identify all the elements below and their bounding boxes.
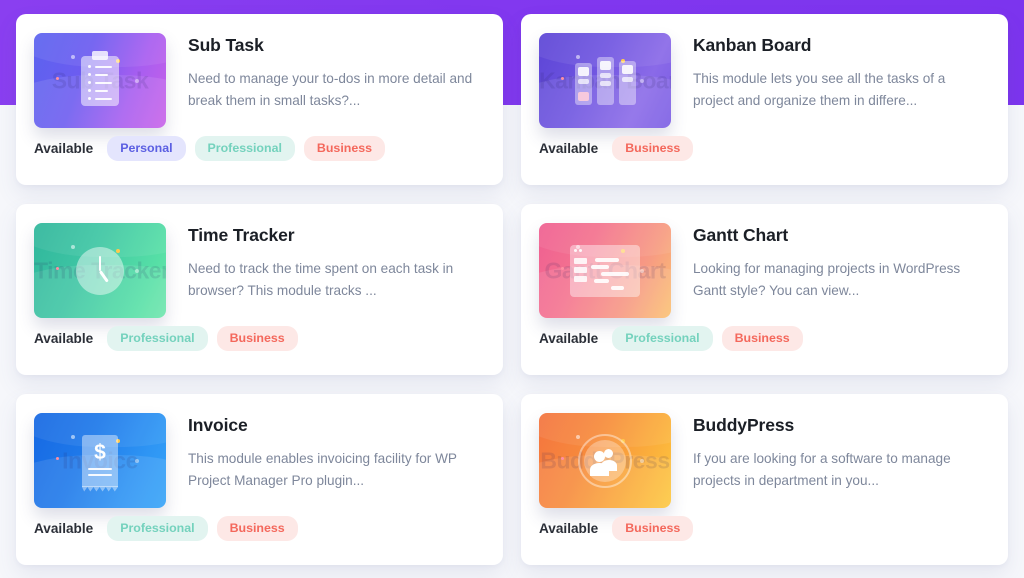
module-thumbnail[interactable]: Gantt Chart: [539, 223, 671, 318]
module-thumbnail-wrapper[interactable]: Kanban Board: [539, 33, 671, 128]
module-thumbnail-wrapper[interactable]: Sub Task: [34, 33, 166, 128]
module-card[interactable]: Time Tracker Time Tracker Need to track th…: [16, 204, 503, 375]
module-card[interactable]: Gantt Chart Gantt Chart Looking for managi…: [521, 204, 1008, 375]
card-text: Time Tracker Need to track the time spent…: [166, 223, 485, 302]
card-top: Time Tracker Time Tracker Need to track th…: [34, 223, 485, 318]
plan-badge: Business: [303, 136, 385, 161]
module-title: Invoice: [188, 415, 248, 435]
plan-badge: Professional: [612, 326, 713, 351]
plan-badge: Business: [721, 326, 803, 351]
clock-icon: [76, 246, 124, 295]
module-thumbnail-wrapper[interactable]: Time Tracker: [34, 223, 166, 318]
plan-badge: Business: [216, 516, 298, 541]
module-thumbnail-wrapper[interactable]: BuddyPress: [539, 413, 671, 508]
card-text: BuddyPress If you are looking for a softw…: [671, 413, 990, 492]
module-description: Need to track the time spent on each tas…: [188, 261, 454, 299]
plan-badge: Personal: [107, 136, 186, 161]
module-title: Sub Task: [188, 35, 264, 55]
availability-label: Available: [539, 331, 599, 346]
plan-badge: Business: [216, 326, 298, 351]
module-card[interactable]: BuddyPress BuddyPress If you are looking f…: [521, 394, 1008, 565]
card-top: Gantt Chart Gantt Chart Looking for managi…: [539, 223, 990, 318]
module-title: Gantt Chart: [693, 225, 789, 245]
users-group-icon: [578, 433, 632, 488]
module-card[interactable]: Sub Task Sub Task Need to manage your to-d…: [16, 14, 503, 185]
module-thumbnail[interactable]: Sub Task: [34, 33, 166, 128]
module-card-grid: Sub Task Sub Task Need to manage your to-d…: [0, 0, 1024, 565]
card-text: Kanban Board This module lets you see all…: [671, 33, 990, 112]
plan-badge: Business: [612, 516, 694, 541]
module-description: Need to manage your to-dos in more detai…: [188, 71, 473, 109]
availability-label: Available: [34, 141, 94, 156]
invoice-receipt-icon: $: [82, 434, 118, 492]
modules-page: Sub Task Sub Task Need to manage your to-d…: [0, 0, 1024, 578]
card-footer: Available Business: [539, 516, 702, 541]
module-card[interactable]: Invoice $ Invoice This module enables invoi…: [16, 394, 503, 565]
plan-badge: Professional: [194, 136, 295, 161]
card-footer: Available Professional Business: [539, 326, 812, 351]
card-text: Gantt Chart Looking for managing projects…: [671, 223, 990, 302]
card-footer: Available Business: [539, 136, 702, 161]
module-card[interactable]: Kanban Board Kanban Board This module lets…: [521, 14, 1008, 185]
module-title: Kanban Board: [693, 35, 812, 55]
plan-badge: Business: [612, 136, 694, 161]
card-text: Sub Task Need to manage your to-dos in mo…: [166, 33, 485, 112]
kanban-columns-icon: [574, 56, 636, 105]
module-thumbnail[interactable]: BuddyPress: [539, 413, 671, 508]
module-thumbnail[interactable]: Invoice $: [34, 413, 166, 508]
card-footer: Available Professional Business: [34, 326, 307, 351]
availability-label: Available: [539, 141, 599, 156]
module-thumbnail[interactable]: Kanban Board: [539, 33, 671, 128]
card-footer: Available Professional Business: [34, 516, 307, 541]
card-top: BuddyPress BuddyPress If you are looking f…: [539, 413, 990, 508]
card-text: Invoice This module enables invoicing fac…: [166, 413, 485, 492]
module-thumbnail-wrapper[interactable]: Gantt Chart: [539, 223, 671, 318]
card-top: Invoice $ Invoice This module enables invoi…: [34, 413, 485, 508]
module-thumbnail[interactable]: Time Tracker: [34, 223, 166, 318]
plan-badge: Professional: [107, 516, 208, 541]
module-thumbnail-wrapper[interactable]: Invoice $: [34, 413, 166, 508]
card-top: Kanban Board Kanban Board This module lets…: [539, 33, 990, 128]
card-footer: Available Personal Professional Business: [34, 136, 394, 161]
module-description: Looking for managing projects in WordPre…: [693, 261, 961, 299]
gantt-window-icon: [570, 244, 640, 297]
module-title: Time Tracker: [188, 225, 295, 245]
availability-label: Available: [34, 521, 94, 536]
plan-badge: Professional: [107, 326, 208, 351]
module-description: If you are looking for a software to man…: [693, 451, 951, 489]
module-description: This module lets you see all the tasks o…: [693, 71, 946, 109]
availability-label: Available: [539, 521, 599, 536]
module-title: BuddyPress: [693, 415, 795, 435]
card-top: Sub Task Sub Task Need to manage your to-d…: [34, 33, 485, 128]
module-description: This module enables invoicing facility f…: [188, 451, 457, 489]
availability-label: Available: [34, 331, 94, 346]
clipboard-checklist-icon: [81, 55, 119, 106]
